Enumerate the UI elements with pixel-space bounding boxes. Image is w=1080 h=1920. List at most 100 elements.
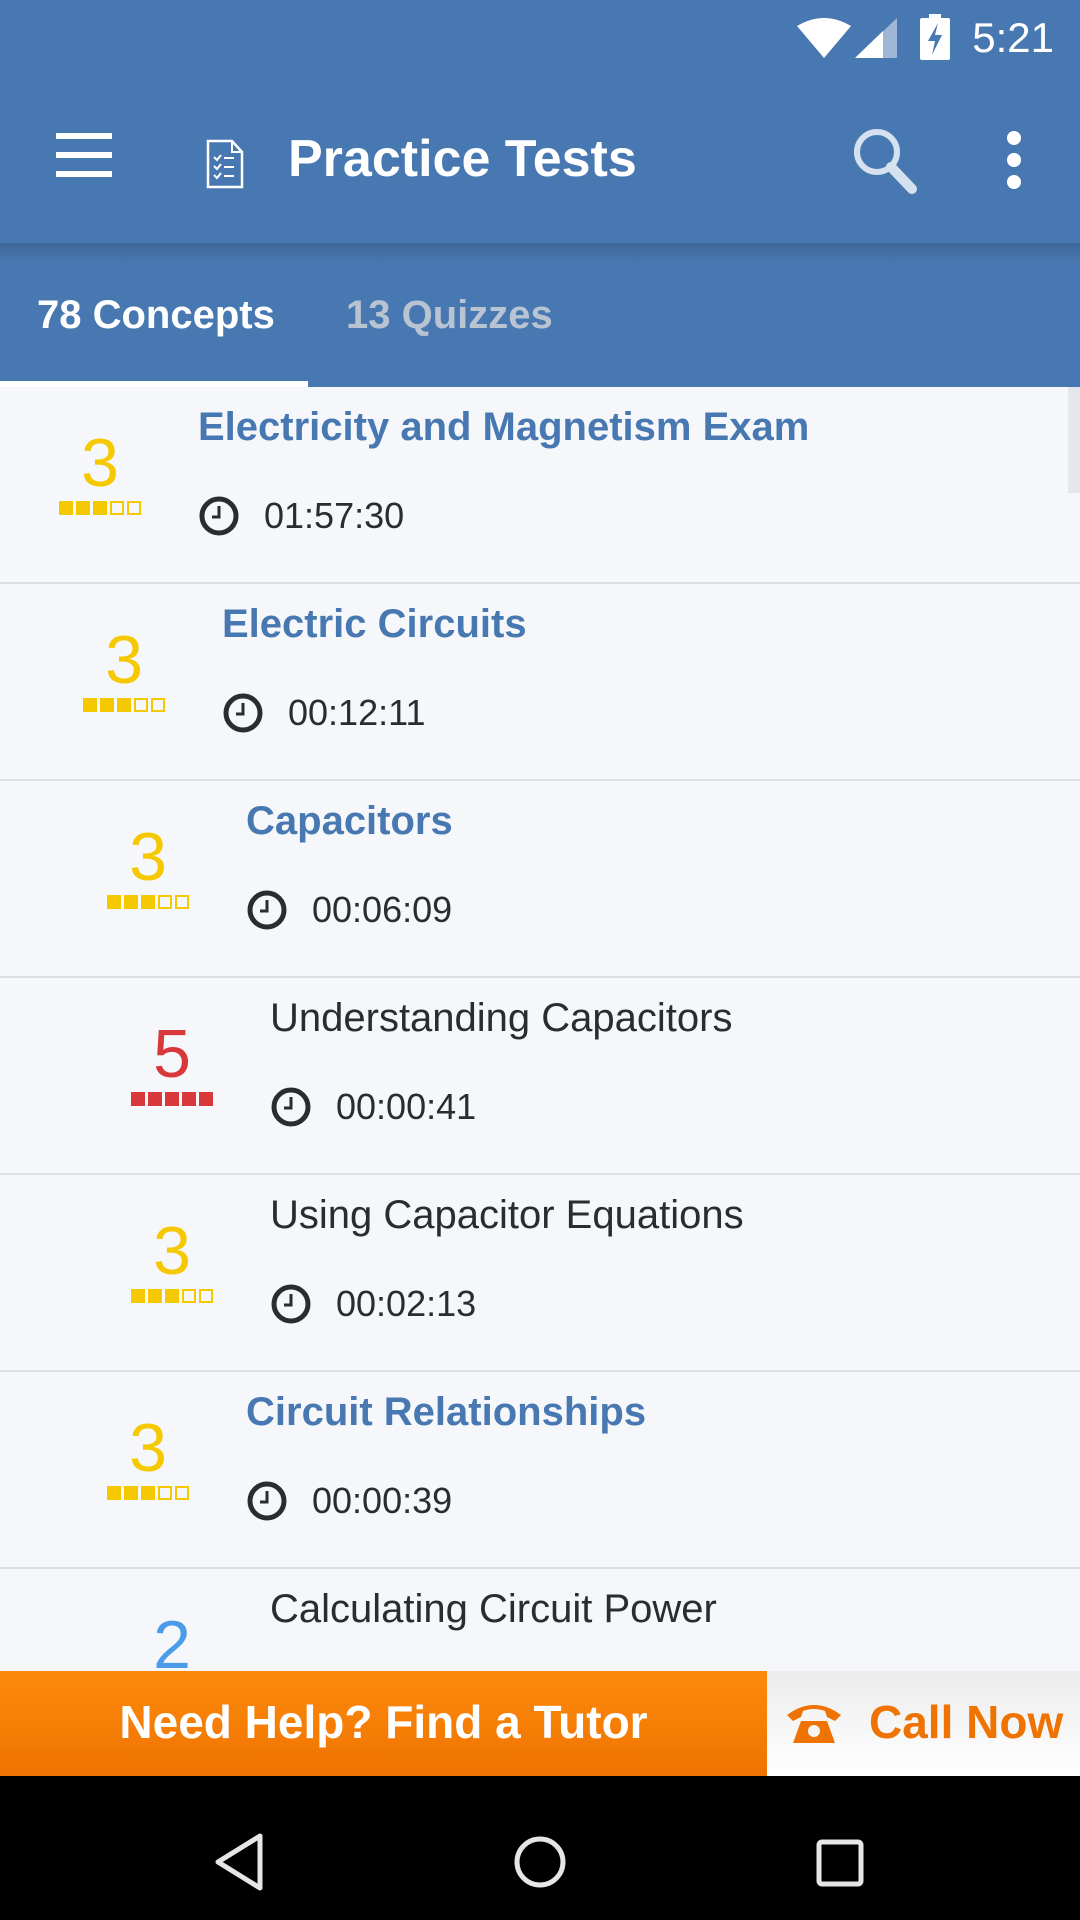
system-nav-bar <box>0 1776 1080 1920</box>
list-item[interactable]: 5 Understanding Capacitors 00:00:41 <box>0 978 1080 1175</box>
score-badge: 5 <box>122 1018 222 1106</box>
clock-icon <box>271 1087 311 1127</box>
call-now-label: Call Now <box>869 1696 1064 1748</box>
concept-list: 3 Electricity and Magnetism Exam 01:57:3… <box>0 387 1080 1671</box>
duration-text: 00:00:39 <box>312 1480 453 1521</box>
score-number: 3 <box>129 819 167 895</box>
wifi-icon <box>797 18 851 58</box>
score-square <box>131 1289 145 1303</box>
score-square <box>107 895 121 909</box>
list-item[interactable]: 3 Circuit Relationships 00:00:39 <box>0 1372 1080 1569</box>
cell-signal-icon <box>855 18 897 58</box>
score-number: 3 <box>81 425 119 501</box>
item-title: Circuit Relationships <box>246 1390 647 1434</box>
score-square <box>141 1486 155 1500</box>
score-square <box>83 698 97 712</box>
score-square <box>117 698 131 712</box>
score-square <box>124 895 138 909</box>
clock-icon <box>199 496 239 536</box>
app-bar: 5:21 Practice Tests <box>0 0 1080 243</box>
back-icon[interactable] <box>212 1832 268 1892</box>
item-title: Electric Circuits <box>222 602 527 646</box>
checklist-document-icon <box>206 139 244 189</box>
clock-icon <box>271 1284 311 1324</box>
score-square <box>148 1092 162 1106</box>
duration-text: 00:06:09 <box>312 889 453 930</box>
list-item[interactable]: 3 Electricity and Magnetism Exam 01:57:3… <box>0 387 1080 584</box>
duration-text: 00:02:13 <box>336 1283 477 1324</box>
score-square <box>134 698 148 712</box>
clock-icon <box>223 693 263 733</box>
clock-icon <box>247 890 287 930</box>
score-number: 5 <box>153 1016 191 1092</box>
list-item[interactable]: 2 Calculating Circuit Power <box>0 1569 1080 1671</box>
score-badge: 3 <box>122 1215 222 1303</box>
score-square <box>175 895 189 909</box>
item-title: Capacitors <box>246 799 453 843</box>
score-square <box>100 698 114 712</box>
score-square <box>107 1486 121 1500</box>
score-badge: 3 <box>74 624 174 712</box>
score-square <box>141 895 155 909</box>
menu-icon[interactable] <box>40 133 112 179</box>
item-duration: 00:06:09 <box>246 889 452 931</box>
duration-text: 00:00:41 <box>336 1086 477 1127</box>
scrollbar[interactable] <box>1068 387 1080 493</box>
score-square <box>151 698 165 712</box>
item-duration: 00:00:39 <box>246 1480 452 1522</box>
duration-text: 00:12:11 <box>288 692 426 733</box>
item-title: Electricity and Magnetism Exam <box>198 405 810 449</box>
score-square <box>182 1092 196 1106</box>
item-duration: 00:12:11 <box>222 692 425 734</box>
score-badge: 3 <box>98 821 198 909</box>
tab-quizzes[interactable]: 13 Quizzes <box>346 293 553 338</box>
score-square <box>165 1092 179 1106</box>
score-number: 3 <box>105 622 143 698</box>
score-number: 2 <box>153 1607 191 1671</box>
status-time: 5:21 <box>972 14 1054 61</box>
recent-apps-icon[interactable] <box>815 1838 865 1888</box>
tab-bar: 78 Concepts 13 Quizzes <box>0 243 1080 387</box>
appbar-shadow <box>0 243 1080 263</box>
find-tutor-label: Need Help? Find a Tutor <box>119 1696 648 1748</box>
score-bar <box>74 698 174 712</box>
item-title: Calculating Circuit Power <box>270 1587 717 1631</box>
duration-text: 01:57:30 <box>264 495 405 536</box>
score-square <box>175 1486 189 1500</box>
battery-charging-icon <box>920 14 950 60</box>
clock-icon <box>247 1481 287 1521</box>
score-badge: 3 <box>98 1412 198 1500</box>
score-badge: 2 <box>122 1609 222 1671</box>
score-square <box>93 501 107 515</box>
item-duration: 01:57:30 <box>198 495 404 537</box>
score-square <box>59 501 73 515</box>
score-square <box>199 1289 213 1303</box>
score-square <box>76 501 90 515</box>
score-square <box>124 1486 138 1500</box>
score-bar <box>122 1092 222 1106</box>
search-icon[interactable] <box>850 125 920 195</box>
home-icon[interactable] <box>512 1834 568 1890</box>
item-duration: 00:02:13 <box>270 1283 476 1325</box>
item-duration: 00:00:41 <box>270 1086 476 1128</box>
list-item[interactable]: 3 Electric Circuits 00:12:11 <box>0 584 1080 781</box>
tab-concepts[interactable]: 78 Concepts <box>37 293 275 338</box>
score-square <box>131 1092 145 1106</box>
find-tutor-button[interactable]: Need Help? Find a Tutor <box>0 1671 767 1776</box>
item-title: Using Capacitor Equations <box>270 1193 744 1237</box>
status-bar: 5:21 <box>0 0 1080 75</box>
score-number: 3 <box>153 1213 191 1289</box>
score-square <box>182 1289 196 1303</box>
list-item[interactable]: 3 Capacitors 00:06:09 <box>0 781 1080 978</box>
score-badge: 3 <box>50 427 150 515</box>
more-vert-icon[interactable] <box>996 131 1032 191</box>
list-item[interactable]: 3 Using Capacitor Equations 00:02:13 <box>0 1175 1080 1372</box>
score-square <box>165 1289 179 1303</box>
score-number: 3 <box>129 1410 167 1486</box>
call-now-button[interactable]: Call Now <box>767 1671 1080 1776</box>
page-title: Practice Tests <box>288 130 637 188</box>
item-title: Understanding Capacitors <box>270 996 733 1040</box>
score-bar <box>98 1486 198 1500</box>
score-bar <box>122 1289 222 1303</box>
score-square <box>199 1092 213 1106</box>
